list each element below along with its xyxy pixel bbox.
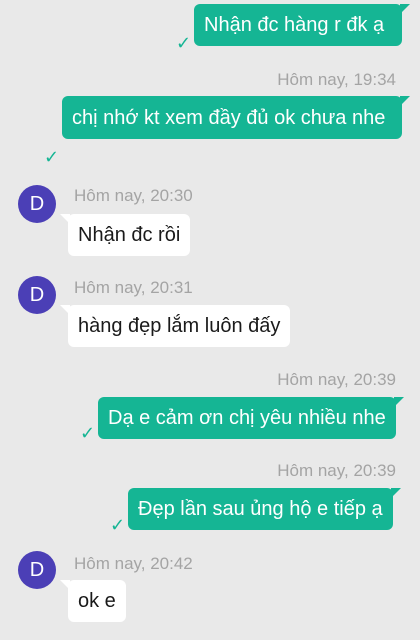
chat-thread[interactable]: ✓ Nhận đc hàng r đk ạ Hôm nay, 19:34 ✓ c… (0, 0, 420, 640)
message-timestamp: Hôm nay, 20:30 (74, 186, 193, 205)
message-timestamp: Hôm nay, 20:31 (74, 278, 193, 297)
message-text: ok e (78, 590, 116, 612)
message-timestamp: Hôm nay, 19:34 (277, 70, 396, 89)
message-text: hàng đẹp lắm luôn đấy (78, 315, 281, 337)
incoming-message[interactable]: ok e (60, 580, 126, 622)
message-timestamp: Hôm nay, 20:39 (277, 461, 396, 480)
incoming-message[interactable]: Nhận đc rồi (59, 214, 191, 256)
avatar[interactable]: D (18, 185, 56, 223)
message-timestamp: Hôm nay, 20:39 (277, 370, 396, 389)
check-icon: ✓ (110, 515, 126, 535)
outgoing-message[interactable]: Đẹp lần sau ủng hộ e tiếp ạ (128, 488, 401, 530)
message-text: Dạ e cảm ơn chị yêu nhiều nhe (108, 407, 386, 429)
outgoing-message[interactable]: Dạ e cảm ơn chị yêu nhiều nhe (98, 397, 404, 439)
message-timestamp: Hôm nay, 20:42 (74, 554, 193, 573)
message-text: Nhận đc hàng r đk ạ (204, 14, 385, 36)
avatar[interactable]: D (18, 276, 56, 314)
message-text: Đẹp lần sau ủng hộ e tiếp ạ (138, 498, 383, 520)
outgoing-message[interactable]: Nhận đc hàng r đk ạ (194, 4, 410, 46)
avatar[interactable]: D (18, 551, 56, 589)
check-icon: ✓ (44, 147, 60, 167)
check-icon: ✓ (80, 423, 96, 443)
outgoing-message[interactable]: chị nhớ kt xem đầy đủ ok chưa nhe (62, 96, 410, 139)
incoming-message[interactable]: hàng đẹp lắm luôn đấy (59, 305, 291, 347)
check-icon: ✓ (176, 33, 192, 53)
message-text: chị nhớ kt xem đầy đủ ok chưa nhe (72, 107, 386, 129)
message-text: Nhận đc rồi (78, 224, 181, 246)
